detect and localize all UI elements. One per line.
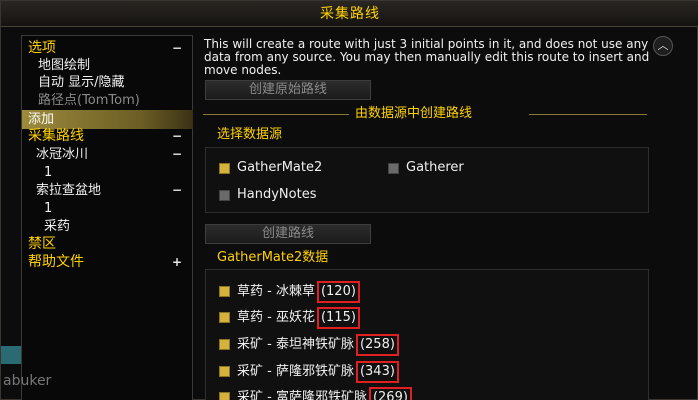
section-divider-left <box>203 114 349 115</box>
background-partial-text: abuker <box>3 373 52 389</box>
background-accent <box>1 346 21 364</box>
sidebar-item-label: 自动 显示/隐藏 <box>38 75 125 90</box>
node-count: (115) <box>316 307 360 329</box>
expand-icon[interactable]: + <box>172 253 182 272</box>
sidebar-item-label: 冰冠冰川 <box>36 147 89 162</box>
sidebar-item-label: 采集路线 <box>28 128 84 144</box>
sidebar-item-sholazar-basin[interactable]: 索拉查盆地 − <box>28 181 188 200</box>
checkbox-label: HandyNotes <box>237 187 317 202</box>
button-label: 创建路线 <box>261 226 314 241</box>
sidebar-item-forbidden-areas[interactable]: 禁区 <box>28 235 188 254</box>
section-divider-right <box>529 114 647 115</box>
checkbox-checked[interactable] <box>219 366 230 377</box>
chevron-up-icon: ︿ <box>657 39 669 52</box>
checkbox-checked[interactable] <box>219 312 230 323</box>
node-label: 草药 - 冰棘草 <box>237 284 315 299</box>
checkbox-label: Gatherer <box>406 160 464 175</box>
sidebar-item-label: 禁区 <box>28 236 56 252</box>
create-route-button[interactable]: 创建路线 <box>205 224 371 244</box>
checkbox-checked[interactable] <box>219 339 230 350</box>
checkbox-checked[interactable] <box>219 286 230 297</box>
datasource-title: 选择数据源 <box>217 127 283 142</box>
sidebar-item-label: 1 <box>44 165 53 180</box>
sidebar-item-waypoints-tomtom[interactable]: 路径点(TomTom) <box>28 91 188 110</box>
node-count: (269) <box>368 387 412 400</box>
addon-options-window: 采集路线 选项 − 地图绘制 自动 显示/隐藏 路径点(TomTom) 添加 采… <box>0 0 698 400</box>
sidebar-item-icecrown[interactable]: 冰冠冰川 − <box>28 145 188 164</box>
node-label: 草药 - 巫妖花 <box>237 310 315 325</box>
create-blank-description: This will create a route with just 3 ini… <box>204 37 650 77</box>
sidebar-item-label: 帮助文件 <box>28 254 84 270</box>
node-label: 采矿 - 泰坦神铁矿脉 <box>237 337 354 352</box>
checkbox-checked[interactable] <box>219 392 230 400</box>
node-label: 采矿 - 富萨隆邪铁矿脉 <box>237 390 367 400</box>
node-count: (120) <box>316 281 360 303</box>
node-count: (258) <box>355 334 399 356</box>
collapse-icon[interactable]: − <box>172 181 182 200</box>
scroll-up-button[interactable]: ︿ <box>653 36 673 56</box>
sidebar-item-icecrown-route-1[interactable]: 1 <box>28 163 188 182</box>
sidebar-item-auto-show-hide[interactable]: 自动 显示/隐藏 <box>28 73 188 92</box>
checkbox-unchecked[interactable] <box>219 190 230 201</box>
checkbox-label: GatherMate2 <box>237 160 323 175</box>
button-label: 创建原始路线 <box>248 82 327 97</box>
create-blank-route-button[interactable]: 创建原始路线 <box>205 80 371 100</box>
sidebar-item-sholazar-route-1[interactable]: 1 <box>28 199 188 218</box>
sidebar-item-help-files[interactable]: 帮助文件 + <box>28 253 188 272</box>
window-title: 采集路线 <box>320 6 380 22</box>
sidebar-item-label: 1 <box>44 201 53 216</box>
sidebar-item-herbalism[interactable]: 采药 <box>28 217 188 236</box>
checkbox-unchecked[interactable] <box>388 163 399 174</box>
sidebar-item-label: 索拉查盆地 <box>36 183 102 198</box>
section-title: 由数据源中创建路线 <box>351 105 477 123</box>
collapse-icon[interactable]: − <box>172 145 182 164</box>
node-count: (343) <box>355 361 399 383</box>
sidebar-item-gather-routes[interactable]: 采集路线 − <box>28 127 188 146</box>
sidebar-item-label: 采药 <box>44 219 71 234</box>
sidebar-item-label: 路径点(TomTom) <box>38 93 140 108</box>
node-label: 采矿 - 萨隆邪铁矿脉 <box>237 364 354 379</box>
gathermate2-data-title: GatherMate2数据 <box>217 250 329 265</box>
collapse-icon[interactable]: − <box>172 127 182 146</box>
sidebar-tree: 选项 − 地图绘制 自动 显示/隐藏 路径点(TomTom) 添加 采集路线 −… <box>21 35 193 400</box>
checkbox-checked[interactable] <box>219 163 230 174</box>
window-titlebar[interactable]: 采集路线 <box>1 1 698 27</box>
